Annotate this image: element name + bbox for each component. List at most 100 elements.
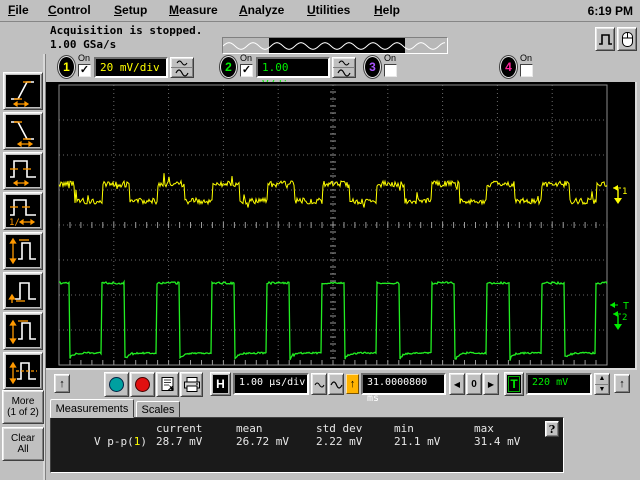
channel-2-on-checkbox[interactable]: ✓ <box>240 64 253 77</box>
panel-expand-left-button[interactable]: ↑ <box>54 374 70 393</box>
menu-utilities[interactable]: Utilities <box>307 3 350 17</box>
trigger-label: T <box>507 375 521 393</box>
fall-time-icon <box>6 115 40 147</box>
stop-icon <box>135 377 150 392</box>
up-triangle-icon[interactable]: ▲ <box>595 374 609 384</box>
stop-button[interactable] <box>130 372 155 397</box>
frequency-button[interactable]: 1/ <box>3 192 43 230</box>
status-line1: Acquisition is stopped. <box>50 24 202 37</box>
run-icon <box>109 377 124 392</box>
zero-label: 0 <box>471 379 477 390</box>
horizontal-button[interactable]: H <box>210 372 231 396</box>
value-current: 28.7 mV <box>156 435 202 448</box>
sine-small-icon <box>314 381 325 388</box>
v-max-button[interactable] <box>3 312 43 350</box>
svg-text:1: 1 <box>622 187 627 197</box>
panel-expand-right-button[interactable]: ↑ <box>614 374 630 393</box>
tab-measurements[interactable]: Measurements <box>50 399 134 418</box>
clear-all-label1: Clear <box>11 433 35 444</box>
acquisition-status: Acquisition is stopped. 1.00 GSa/s <box>50 24 202 52</box>
pulse-mode-button[interactable] <box>595 27 615 51</box>
tab-scales[interactable]: Scales <box>136 401 180 418</box>
menu-analyze[interactable]: Analyze <box>239 3 284 17</box>
more-button-page: (1 of 2) <box>7 407 39 418</box>
waveform-position-scrollbar[interactable] <box>222 37 448 54</box>
menu-control[interactable]: Control <box>48 3 91 17</box>
menu-measure[interactable]: Measure <box>169 3 218 17</box>
trigger-position-field[interactable]: 31.0000800 ms <box>361 373 446 395</box>
fall-time-button[interactable] <box>3 112 43 150</box>
waveform-overview-icon <box>223 38 445 53</box>
menu-file[interactable]: File <box>8 3 29 17</box>
up-arrow-icon: ↑ <box>619 378 625 390</box>
sine-large-icon[interactable] <box>171 67 193 77</box>
channel-1-scale-field[interactable]: 20 mV/div <box>94 57 168 78</box>
channel-2-scale-field[interactable]: 1.00 V/div <box>256 57 330 78</box>
measurement-name: V p-p(1) <box>51 435 147 448</box>
pulse-width-button[interactable] <box>3 152 43 190</box>
value-min: 21.1 mV <box>394 435 440 448</box>
print-button[interactable] <box>180 372 203 397</box>
mouse-tool-button[interactable] <box>617 27 637 51</box>
channel-4-button[interactable]: 4 <box>500 56 517 78</box>
scroll-right-button[interactable]: ▶ <box>483 373 499 395</box>
sine-small-icon[interactable] <box>333 58 355 67</box>
more-button[interactable]: More (1 of 2) <box>2 390 44 424</box>
channel-4-on-label: On <box>520 54 538 63</box>
menu-help[interactable]: Help <box>374 3 400 17</box>
oscilloscope-app: { "window": { "clock": "6:19 PM" }, "men… <box>0 0 640 480</box>
v-min-icon <box>6 275 40 307</box>
clock: 6:19 PM <box>588 4 633 18</box>
header-mean: mean <box>236 422 263 435</box>
help-button[interactable]: ? <box>545 421 559 437</box>
channel-4-on-checkbox[interactable] <box>520 64 533 77</box>
measurement-sidebar: 1/ More (1 of 2) <box>0 54 46 480</box>
channel-1-scale-spinner[interactable] <box>170 57 194 78</box>
channel-1-on-checkbox[interactable]: ✓ <box>78 64 91 77</box>
copy-screen-button[interactable] <box>156 372 179 397</box>
sine-large-icon <box>330 380 343 389</box>
v-average-button[interactable] <box>3 352 43 390</box>
down-triangle-icon[interactable]: ▼ <box>595 384 609 395</box>
trigger-level-field[interactable]: 220 mV <box>526 373 592 395</box>
scroll-left-button[interactable]: ◀ <box>449 373 465 395</box>
channel-1-button[interactable]: 1 <box>58 56 75 78</box>
channel-3-on-label: On <box>384 54 402 63</box>
trigger-position-marker-button[interactable]: ↑ <box>346 374 359 394</box>
sine-large-icon[interactable] <box>333 67 355 77</box>
pulse-width-icon <box>6 155 40 187</box>
run-button[interactable] <box>104 372 129 397</box>
value-mean: 26.72 mV <box>236 435 289 448</box>
measurements-panel: current mean std dev min max V p-p(1) 28… <box>50 417 564 473</box>
rise-time-button[interactable] <box>3 72 43 110</box>
timebase-field[interactable]: 1.00 µs/div <box>233 373 309 395</box>
scope-graticule: 1T2 <box>46 82 633 368</box>
channel-3-on-checkbox[interactable] <box>384 64 397 77</box>
trigger-button[interactable]: T <box>504 372 524 396</box>
v-peak-peak-icon <box>6 235 40 267</box>
measurement-row-vpp: V p-p(1) 28.7 mV 26.72 mV 2.22 mV 21.1 m… <box>51 435 563 448</box>
v-min-button[interactable] <box>3 272 43 310</box>
menu-setup[interactable]: Setup <box>114 3 147 17</box>
channel-2-scale-spinner[interactable] <box>332 57 356 78</box>
channel-3-button[interactable]: 3 <box>364 56 381 78</box>
more-button-label: More <box>12 396 35 407</box>
timebase-fine-button[interactable] <box>311 373 327 395</box>
printer-icon <box>183 376 201 393</box>
trigger-level-spinner[interactable]: ▲ ▼ <box>594 373 610 395</box>
channel-2-button[interactable]: 2 <box>220 56 237 78</box>
left-triangle-icon: ◀ <box>454 380 460 389</box>
waveform-display[interactable]: 1T2 <box>46 82 637 370</box>
header-current: current <box>156 422 202 435</box>
zero-position-button[interactable]: 0 <box>466 373 482 395</box>
timebase-coarse-button[interactable] <box>328 373 344 395</box>
measurements-header-row: current mean std dev min max <box>51 422 563 435</box>
v-peak-peak-button[interactable] <box>3 232 43 270</box>
channel-4-on-group: On <box>520 54 538 77</box>
right-triangle-icon: ▶ <box>488 380 494 389</box>
svg-text:T: T <box>623 301 629 312</box>
pulse-mode-icon <box>598 32 613 47</box>
clear-all-button[interactable]: Clear All <box>2 427 44 461</box>
sine-small-icon[interactable] <box>171 58 193 67</box>
header-max: max <box>474 422 494 435</box>
